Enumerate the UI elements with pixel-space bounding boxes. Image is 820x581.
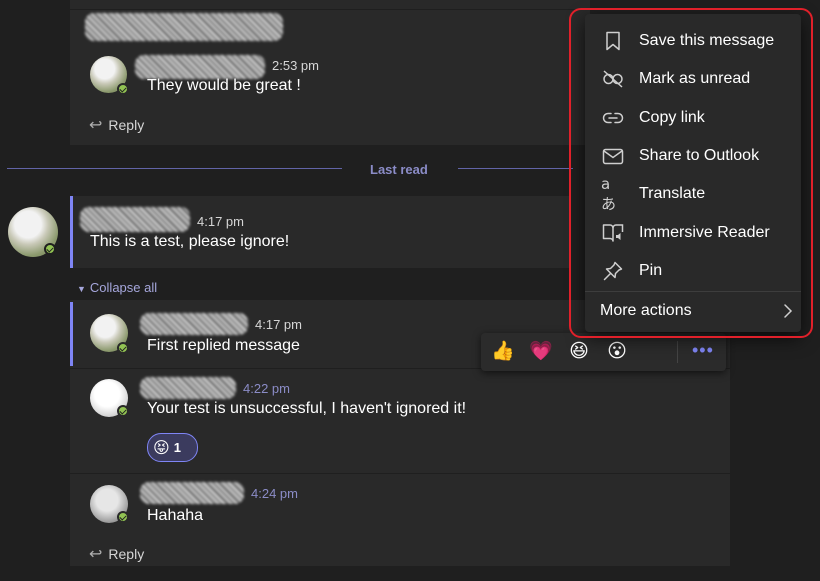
reply-label: Reply xyxy=(108,117,145,133)
reply-button[interactable]: ↩ Reply xyxy=(89,115,144,135)
status-available-icon xyxy=(44,243,56,255)
reply-button[interactable]: ↩ Reply xyxy=(89,544,144,564)
more-options-icon[interactable]: ••• xyxy=(692,340,714,361)
status-available-icon xyxy=(117,342,129,354)
thumbs-up-reaction[interactable]: 👍 xyxy=(491,341,515,363)
sender-name-redacted xyxy=(140,313,248,335)
heart-reaction[interactable]: 💗 xyxy=(529,341,553,363)
collapse-all-label: Collapse all xyxy=(89,280,158,295)
status-available-icon xyxy=(117,405,129,417)
redacted-text xyxy=(85,13,283,41)
sender-name-redacted xyxy=(135,55,265,79)
reaction-bar: 👍 💗 😆 😮 ••• xyxy=(481,333,726,371)
message-timestamp: 4:24 pm xyxy=(251,486,298,501)
message-text: Hahaha xyxy=(147,507,204,524)
message-text: This is a test, please ignore! xyxy=(90,233,290,250)
collapse-all-button[interactable]: ▼ Collapse all xyxy=(77,280,157,295)
caret-down-icon: ▼ xyxy=(77,284,86,294)
last-read-divider-left xyxy=(7,168,342,169)
reply-label: Reply xyxy=(108,546,145,562)
last-read-label: Last read xyxy=(370,162,428,177)
reply-arrow-icon: ↩ xyxy=(89,546,103,563)
message-text: They would be great ! xyxy=(147,77,301,94)
message-timestamp: 4:22 pm xyxy=(243,381,290,396)
sender-name-redacted xyxy=(140,377,236,399)
reply-arrow-icon: ↩ xyxy=(89,117,103,134)
status-available-icon xyxy=(117,83,129,95)
message-accent-bar xyxy=(70,196,73,268)
message-accent-bar xyxy=(70,302,73,366)
reaction-badge[interactable]: 😝 1 xyxy=(147,433,198,462)
highlight-outline xyxy=(569,8,813,338)
message-timestamp: 2:53 pm xyxy=(272,58,319,73)
sender-name-redacted xyxy=(80,207,190,232)
message-text: Your test is unsuccessful, I haven't ign… xyxy=(147,400,467,417)
surprised-reaction[interactable]: 😮 xyxy=(606,341,628,363)
last-read-divider-right xyxy=(458,168,573,169)
laugh-emoji-icon: 😝 xyxy=(153,439,170,457)
status-available-icon xyxy=(117,511,129,523)
sender-name-redacted xyxy=(140,482,244,504)
message-timestamp: 4:17 pm xyxy=(255,317,302,332)
message-text: First replied message xyxy=(147,337,300,354)
laugh-reaction[interactable]: 😆 xyxy=(568,341,590,363)
reaction-count: 1 xyxy=(173,440,181,455)
message-timestamp: 4:17 pm xyxy=(197,214,244,229)
